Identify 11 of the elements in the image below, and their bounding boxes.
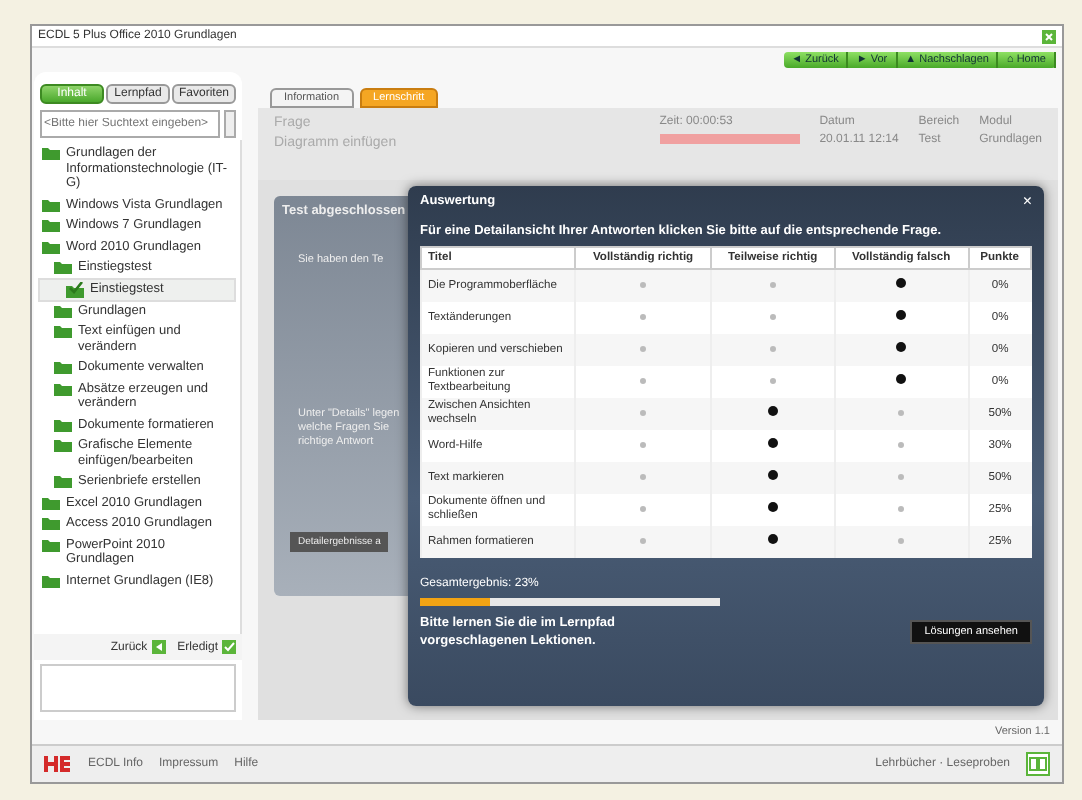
book-icon[interactable] <box>1026 752 1050 776</box>
folder-icon <box>42 573 60 587</box>
close-button[interactable]: × <box>1022 194 1032 210</box>
folder-icon <box>42 146 60 160</box>
logo-icon <box>44 756 72 772</box>
back-icon <box>151 640 166 654</box>
notes-field[interactable] <box>40 664 236 712</box>
check-folder-icon <box>66 281 84 297</box>
check-icon <box>222 640 236 654</box>
scroll-icon <box>224 110 236 138</box>
close-icon[interactable] <box>1042 29 1056 43</box>
